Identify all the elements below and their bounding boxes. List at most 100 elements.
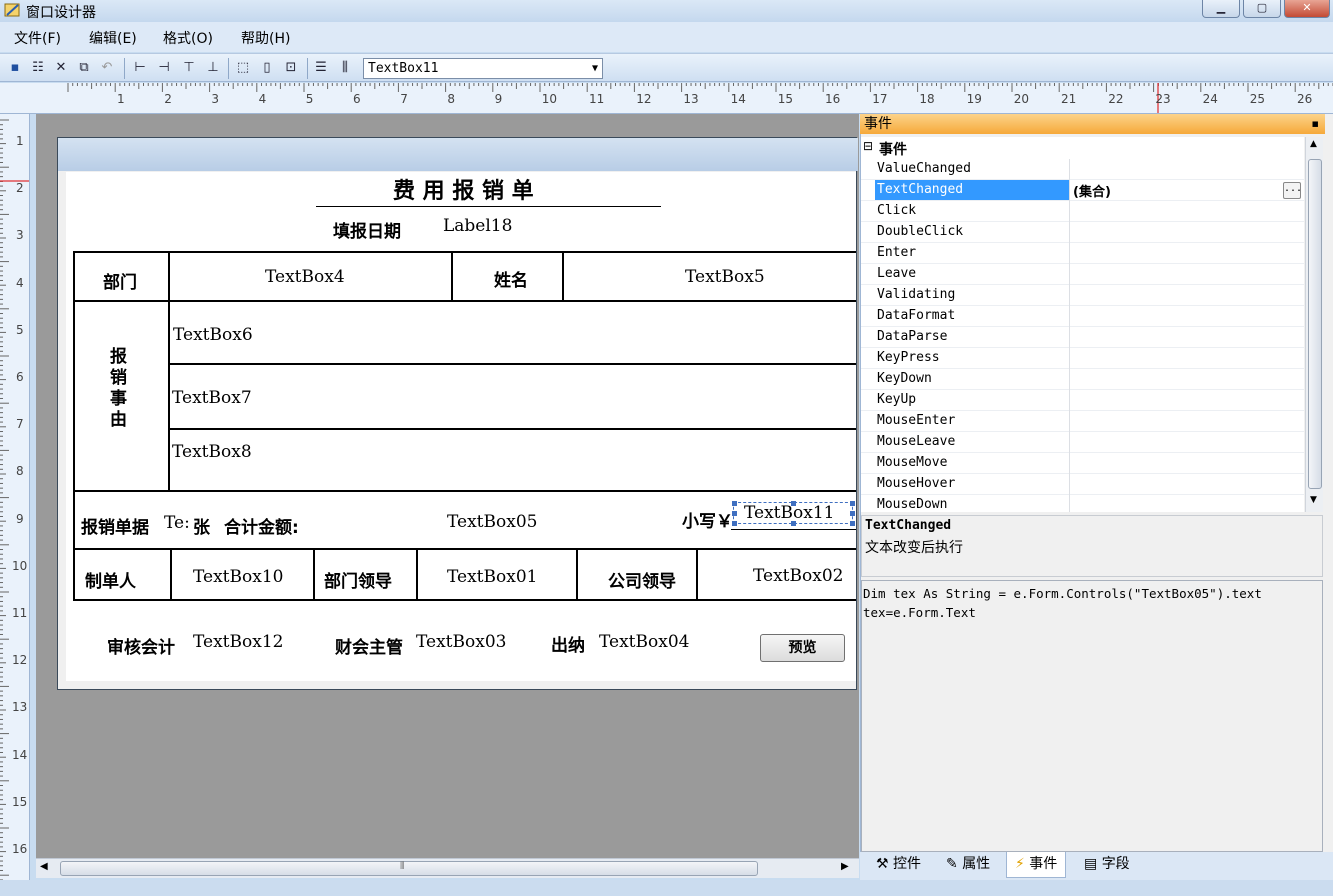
event-name: DataParse <box>877 329 948 344</box>
event-row[interactable]: MouseDown <box>861 495 1304 512</box>
resize-handle[interactable] <box>850 501 855 506</box>
company-leader-textbox[interactable]: TextBox02 <box>753 566 843 586</box>
event-row[interactable]: ValueChanged <box>861 159 1304 180</box>
event-row[interactable]: MouseHover <box>861 474 1304 495</box>
scroll-right-icon[interactable]: ▶ <box>841 861 849 872</box>
event-row[interactable]: MouseLeave <box>861 432 1304 453</box>
copy-icon[interactable]: ⧉ <box>75 59 93 77</box>
resize-handle[interactable] <box>850 511 855 516</box>
event-row[interactable]: Enter <box>861 243 1304 264</box>
align-left-icon[interactable]: ⊢ <box>131 59 149 77</box>
vertical-spacing-icon[interactable]: ☰ <box>312 59 330 77</box>
align-bottom-icon[interactable]: ⊥ <box>204 59 222 77</box>
event-row[interactable]: DoubleClick <box>861 222 1304 243</box>
reason-textbox-3[interactable]: TextBox8 <box>172 442 252 462</box>
tab-controls[interactable]: ⚒ 控件 <box>868 852 929 878</box>
scroll-up-icon[interactable]: ▲ <box>1310 139 1317 149</box>
ruler-number: 13 <box>683 92 699 106</box>
save-icon[interactable]: ▪ <box>6 59 24 77</box>
tab-events[interactable]: ⚡ 事件 <box>1006 852 1067 878</box>
resize-handle[interactable] <box>732 501 737 506</box>
event-row[interactable]: Validating <box>861 285 1304 306</box>
same-width-icon[interactable]: ⬚ <box>234 59 252 77</box>
date-label[interactable]: 填报日期 <box>333 217 401 242</box>
same-height-icon[interactable]: ▯ <box>258 59 276 77</box>
collapse-icon[interactable]: ⊟ <box>863 139 873 153</box>
same-size-icon[interactable]: ⊡ <box>282 59 300 77</box>
tab-properties[interactable]: ✎ 属性 <box>938 852 998 878</box>
form-body[interactable] <box>66 172 856 681</box>
small-amount-textbox[interactable]: TextBox11 <box>744 503 834 523</box>
align-right-icon[interactable]: ⊣ <box>155 59 173 77</box>
ellipsis-button[interactable]: ... <box>1283 182 1302 199</box>
horizontal-spacing-icon[interactable]: ⫼ <box>336 59 354 77</box>
name-label[interactable]: 姓名 <box>494 266 528 291</box>
audit-textbox[interactable]: TextBox12 <box>193 632 283 652</box>
event-row[interactable]: MouseEnter <box>861 411 1304 432</box>
menu-format[interactable]: 格式(O) <box>163 28 213 48</box>
dept-leader-textbox[interactable]: TextBox01 <box>447 567 537 587</box>
total-textbox[interactable]: TextBox05 <box>447 512 537 532</box>
reason-textbox-2[interactable]: TextBox7 <box>172 388 252 408</box>
dept-label[interactable]: 部门 <box>103 268 137 293</box>
scroll-left-icon[interactable]: ◀ <box>40 861 48 872</box>
event-row[interactable]: DataParse <box>861 327 1304 348</box>
pin-icon[interactable]: ▪ <box>1312 114 1319 134</box>
receipts-label[interactable]: 报销单据 <box>81 513 149 538</box>
finance-textbox[interactable]: TextBox03 <box>416 632 506 652</box>
resize-handle[interactable] <box>791 501 796 506</box>
maximize-button[interactable]: ▢ <box>1243 0 1281 18</box>
menu-edit[interactable]: 编辑(E) <box>89 28 137 48</box>
code-editor[interactable]: Dim tex As String = e.Form.Controls("Tex… <box>861 580 1323 852</box>
scroll-down-icon[interactable]: ▼ <box>1310 495 1317 505</box>
delete-icon[interactable]: ✕ <box>52 59 70 77</box>
resize-handle[interactable] <box>732 511 737 516</box>
form-title[interactable]: 费 用 报 销 单 <box>393 173 534 205</box>
resize-handle[interactable] <box>850 521 855 526</box>
close-button[interactable]: ✕ <box>1284 0 1330 18</box>
date-value[interactable]: Label18 <box>443 216 512 236</box>
name-textbox[interactable]: TextBox5 <box>685 267 765 287</box>
align-top-icon[interactable]: ⊤ <box>180 59 198 77</box>
maker-textbox[interactable]: TextBox10 <box>193 567 283 587</box>
preview-button[interactable]: 预览 <box>760 634 845 662</box>
undo-icon[interactable]: ↶ <box>98 59 116 77</box>
maker-label[interactable]: 制单人 <box>85 567 136 592</box>
menu-help[interactable]: 帮助(H) <box>241 28 290 48</box>
event-row[interactable]: Click <box>861 201 1304 222</box>
event-row[interactable]: KeyUp <box>861 390 1304 411</box>
event-row[interactable]: TextChanged (集合)... <box>861 180 1304 201</box>
event-row[interactable]: KeyPress <box>861 348 1304 369</box>
resize-handle[interactable] <box>732 521 737 526</box>
event-value[interactable]: (集合) <box>1073 181 1111 200</box>
category-row[interactable]: ⊟ 事件 <box>863 138 1303 159</box>
control-select[interactable]: TextBox11 ▼ <box>363 58 603 79</box>
receipts-unit[interactable]: 张 <box>193 513 210 538</box>
small-amount-label[interactable]: 小写￥ <box>682 507 733 532</box>
receipts-textbox[interactable]: Te: <box>164 513 190 533</box>
horizontal-scrollbar[interactable]: ◀ ⦀ ▶ <box>36 858 859 878</box>
cashier-textbox[interactable]: TextBox04 <box>599 632 689 652</box>
menu-file[interactable]: 文件(F) <box>14 28 61 48</box>
properties-icon[interactable]: ☷ <box>29 59 47 77</box>
vertical-scrollbar[interactable]: ▲ ▼ <box>1305 137 1323 512</box>
resize-handle[interactable] <box>791 521 796 526</box>
horizontal-scroll-thumb[interactable] <box>60 861 758 876</box>
reason-textbox-1[interactable]: TextBox6 <box>173 325 253 345</box>
reason-label[interactable]: 报 销 事 由 <box>110 347 127 431</box>
event-row[interactable]: KeyDown <box>861 369 1304 390</box>
finance-label[interactable]: 财会主管 <box>335 633 403 658</box>
cashier-label[interactable]: 出纳 <box>551 631 585 656</box>
event-row[interactable]: Leave <box>861 264 1304 285</box>
company-leader-label[interactable]: 公司领导 <box>608 567 676 592</box>
dept-leader-label[interactable]: 部门领导 <box>324 567 392 592</box>
dept-textbox[interactable]: TextBox4 <box>265 267 345 287</box>
total-label[interactable]: 合计金额: <box>224 513 299 538</box>
vertical-scroll-thumb[interactable] <box>1308 159 1322 489</box>
minimize-button[interactable]: ▁ <box>1202 0 1240 18</box>
event-row[interactable]: MouseMove <box>861 453 1304 474</box>
audit-label[interactable]: 审核会计 <box>107 633 175 658</box>
event-row[interactable]: DataFormat <box>861 306 1304 327</box>
tab-fields[interactable]: ▤ 字段 <box>1076 852 1138 878</box>
event-name: Validating <box>877 287 956 302</box>
